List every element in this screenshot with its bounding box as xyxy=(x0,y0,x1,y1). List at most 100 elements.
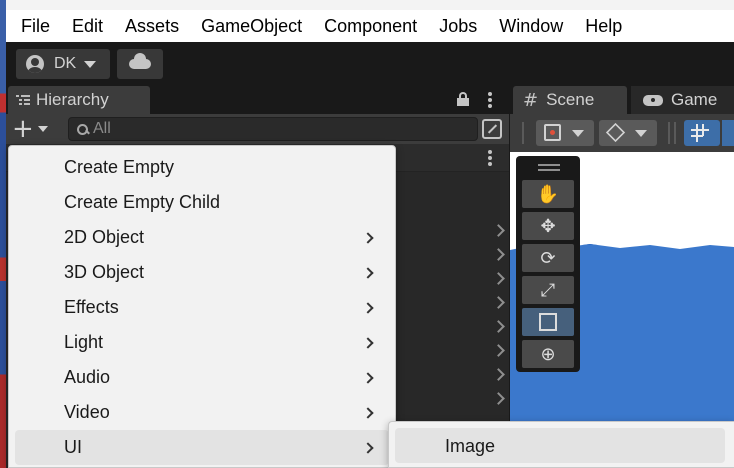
menu-bar: File Edit Assets GameObject Component Jo… xyxy=(6,0,734,42)
menu-item-label: 3D Object xyxy=(64,262,145,282)
menu-item-2d-object[interactable]: 2D Object xyxy=(9,220,395,255)
hand-tool-button[interactable]: ✋ xyxy=(522,180,574,208)
rect-tool-button[interactable] xyxy=(522,308,574,336)
palette-grip[interactable] xyxy=(538,164,560,166)
cloud-icon xyxy=(129,53,151,69)
create-context-menu: Create Empty Create Empty Child 2D Objec… xyxy=(8,145,396,468)
hand-icon: ✋ xyxy=(536,183,560,205)
menu-edit[interactable]: Edit xyxy=(61,10,114,42)
menu-item-3d-object[interactable]: 3D Object xyxy=(9,255,395,290)
menu-item-ui[interactable]: UI xyxy=(15,430,389,465)
scale-icon: ⤢ xyxy=(540,279,556,301)
menu-item-label: Video xyxy=(64,402,110,422)
transform-tool-button[interactable]: ⊕ xyxy=(522,340,574,368)
move-icon: ✥ xyxy=(540,215,556,237)
palette-grip[interactable] xyxy=(538,169,560,171)
render-mode-dropdown[interactable] xyxy=(599,120,657,146)
chevron-right-icon[interactable] xyxy=(492,320,505,333)
search-icon xyxy=(77,122,91,136)
account-label: DK xyxy=(54,55,77,72)
draw-mode-icon xyxy=(544,124,561,141)
chevron-right-icon xyxy=(362,406,374,419)
menu-item-label: 2D Object xyxy=(64,227,145,247)
chevron-right-icon[interactable] xyxy=(492,224,505,237)
menu-item-light[interactable]: Light xyxy=(9,325,395,360)
chevron-right-icon xyxy=(362,371,374,384)
account-button[interactable]: DK xyxy=(16,49,110,79)
menu-item-create-empty[interactable]: Create Empty xyxy=(9,150,395,185)
scene-tab-bar: # Scene Game xyxy=(510,86,734,114)
grid-snap-icon xyxy=(691,124,709,142)
tab-game[interactable]: Game xyxy=(631,86,734,114)
cube-icon xyxy=(605,122,626,143)
menu-item-effects[interactable]: Effects xyxy=(9,290,395,325)
menu-item-label: Create Empty xyxy=(64,157,175,177)
chevron-right-icon[interactable] xyxy=(492,392,505,405)
menu-component[interactable]: Component xyxy=(313,10,428,42)
menu-help[interactable]: Help xyxy=(574,10,633,42)
menu-assets[interactable]: Assets xyxy=(114,10,190,42)
scene-grid-icon: # xyxy=(523,89,539,111)
scene-tab-label: Scene xyxy=(546,90,595,109)
toolbar-separator xyxy=(668,122,670,144)
menu-item-label: Create Empty Child xyxy=(64,192,221,212)
menu-jobs[interactable]: Jobs xyxy=(428,10,488,42)
main-toolbar: DK xyxy=(6,42,734,86)
add-object-button[interactable]: + xyxy=(12,114,56,144)
menu-file[interactable]: File xyxy=(10,10,61,42)
toolbar-separator xyxy=(522,122,524,144)
menu-item-label: Effects xyxy=(64,297,119,317)
hierarchy-toolbar: + xyxy=(6,114,509,144)
tool-palette: ✋ ✥ ⟳ ⤢ ⊕ xyxy=(516,156,580,372)
transform-icon: ⊕ xyxy=(540,343,556,365)
hierarchy-tab-label: Hierarchy xyxy=(36,90,109,109)
search-input[interactable] xyxy=(93,120,453,138)
menu-item-video[interactable]: Video xyxy=(9,395,395,430)
menu-item-label: Image xyxy=(445,436,496,456)
scale-tool-button[interactable]: ⤢ xyxy=(522,276,574,304)
draw-mode-dropdown[interactable] xyxy=(536,120,594,146)
rect-transform-icon xyxy=(539,313,557,331)
chevron-right-icon[interactable] xyxy=(492,272,505,285)
chevron-right-icon[interactable] xyxy=(492,368,505,381)
chevron-down-icon xyxy=(572,130,584,137)
menu-item-audio[interactable]: Audio xyxy=(9,360,395,395)
rotate-tool-button[interactable]: ⟳ xyxy=(522,244,574,272)
chevron-right-icon xyxy=(362,266,374,279)
menu-item-label: UI xyxy=(64,437,82,457)
lock-icon[interactable] xyxy=(457,92,469,106)
menu-gameobject[interactable]: GameObject xyxy=(190,10,313,42)
menu-item-create-empty-child[interactable]: Create Empty Child xyxy=(9,185,395,220)
chevron-right-icon[interactable] xyxy=(492,248,505,261)
cloud-button[interactable] xyxy=(117,49,163,79)
more-options-icon[interactable] xyxy=(488,150,492,166)
chevron-down-icon xyxy=(84,60,97,68)
account-icon xyxy=(26,55,44,73)
menu-item-label: Audio xyxy=(64,367,111,387)
submenu-item-image[interactable]: Image xyxy=(395,428,725,463)
chevron-right-icon[interactable] xyxy=(492,344,505,357)
chevron-right-icon[interactable] xyxy=(492,296,505,309)
plus-icon: + xyxy=(12,114,34,144)
grid-options-button[interactable] xyxy=(722,120,734,146)
move-tool-button[interactable]: ✥ xyxy=(522,212,574,240)
grid-snapping-button[interactable] xyxy=(684,120,720,146)
tab-hierarchy[interactable]: Hierarchy xyxy=(8,86,150,114)
chevron-right-icon xyxy=(362,336,374,349)
gamepad-icon xyxy=(643,94,663,106)
toolbar-separator xyxy=(674,122,676,144)
game-tab-label: Game xyxy=(671,90,718,109)
tab-scene[interactable]: # Scene xyxy=(513,86,627,114)
more-options-icon[interactable] xyxy=(488,92,492,108)
scene-visibility-icon[interactable] xyxy=(482,119,502,139)
chevron-right-icon xyxy=(362,231,374,244)
hierarchy-list-icon xyxy=(16,94,30,106)
menu-item-label: Light xyxy=(64,332,104,352)
hierarchy-search[interactable] xyxy=(68,117,478,141)
chevron-down-icon xyxy=(635,130,647,137)
ui-submenu: Image xyxy=(388,421,734,468)
chevron-right-icon xyxy=(362,441,374,454)
hierarchy-tab-bar: Hierarchy xyxy=(6,86,509,114)
menu-window[interactable]: Window xyxy=(488,10,574,42)
scene-toolbar xyxy=(510,114,734,152)
